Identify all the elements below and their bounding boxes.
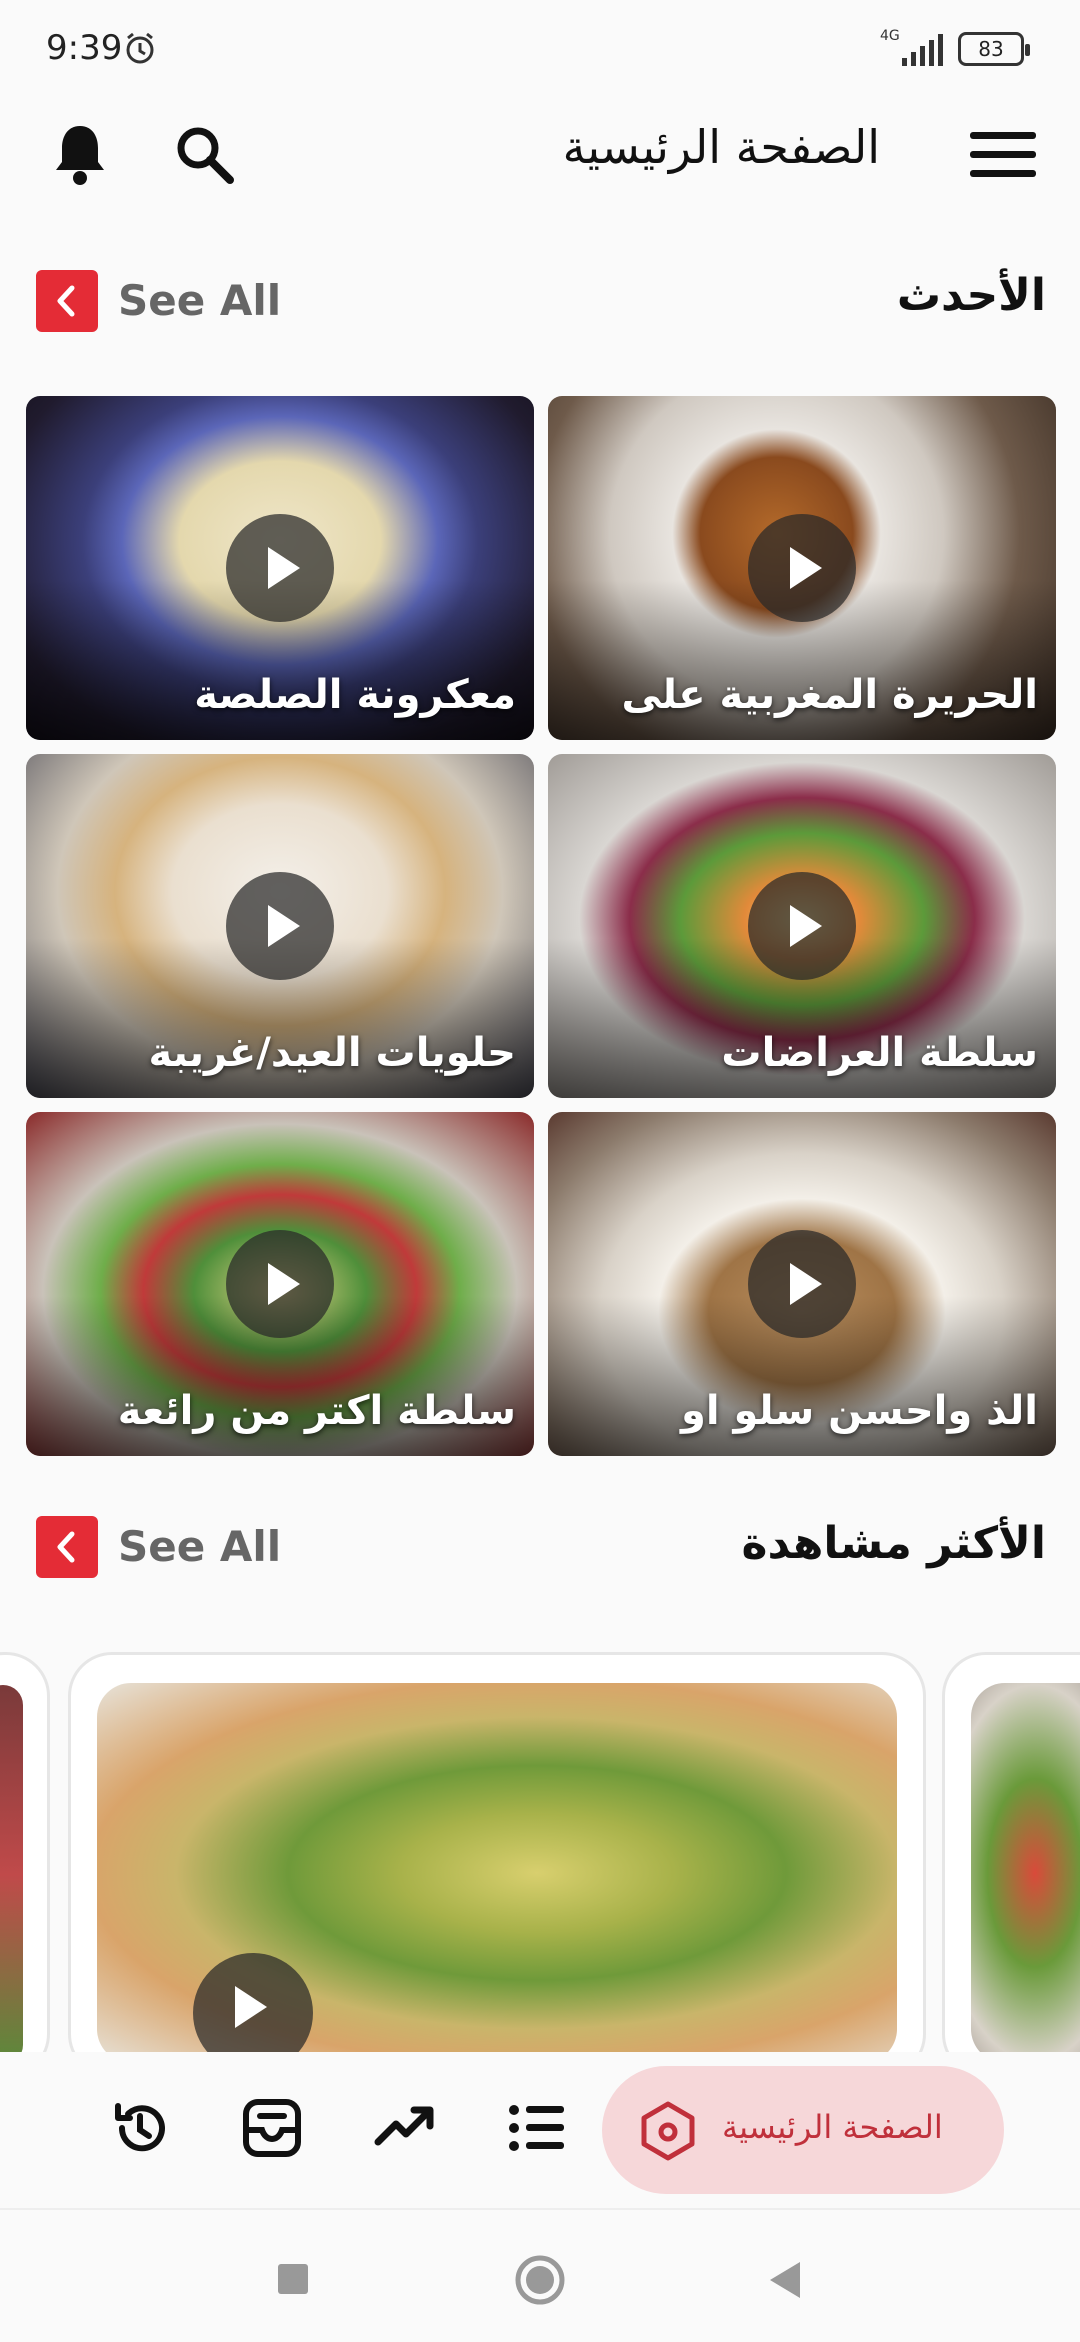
latest-see-all-button[interactable] [36,270,98,332]
recipe-thumbnail [97,1683,897,2063]
play-icon [748,1230,856,1338]
inbox-tray-icon[interactable] [240,2096,304,2160]
recipe-card-title: الذ واحسن سلو او [680,1388,1038,1434]
trending-icon[interactable] [372,2096,436,2160]
carousel-card[interactable] [68,1652,926,2078]
page-title: الصفحة الرئيسية [562,120,880,174]
status-bar: 9:39 4G 83 [0,0,1080,96]
recent-apps-icon[interactable] [276,2262,310,2296]
status-time: 9:39 [46,28,123,68]
carousel-card-partial[interactable] [942,1652,1080,2078]
recipe-card[interactable]: حلويات العيد/غريبة [26,754,534,1098]
recipe-card[interactable]: معكرونة الصلصة [26,396,534,740]
most-viewed-see-all-button[interactable] [36,1516,98,1578]
latest-see-all-label[interactable]: See All [118,276,281,325]
most-viewed-section-title: الأكثر مشاهدة [741,1518,1046,1569]
play-icon [226,872,334,980]
recipe-card-title: حلويات العيد/غريبة [148,1030,516,1076]
history-icon[interactable] [108,2096,172,2160]
recipe-card[interactable]: الحريرة المغربية على [548,396,1056,740]
list-icon[interactable] [504,2096,568,2160]
recipe-card[interactable]: سلطة العراضات [548,754,1056,1098]
recipe-thumbnail [0,1685,23,2065]
recipe-card[interactable]: سلطة اكتر من رائعة [26,1112,534,1456]
recipe-card-title: الحريرة المغربية على [621,672,1038,718]
carousel-card-partial[interactable] [0,1652,50,2078]
recipe-card[interactable]: الذ واحسن سلو او [548,1112,1056,1456]
system-navigation-bar [0,2208,1080,2342]
notifications-bell-icon[interactable] [52,122,108,186]
back-button-icon[interactable] [766,2260,804,2300]
chevron-left-icon [57,285,75,317]
recipe-card-title: سلطة العراضات [721,1030,1038,1076]
menu-hamburger-icon[interactable] [970,130,1036,180]
play-icon [193,1953,313,2063]
nav-home-label: الصفحة الرئيسية [722,2108,943,2146]
latest-section-title: الأحدث [896,270,1046,321]
play-icon [226,514,334,622]
home-button-icon[interactable] [514,2254,566,2306]
chevron-left-icon [57,1531,75,1563]
most-viewed-see-all-label[interactable]: See All [118,1522,281,1571]
recipe-thumbnail [971,1683,1080,2063]
battery-indicator: 83 [958,32,1030,66]
home-icon [641,2101,695,2161]
recipe-card-title: معكرونة الصلصة [194,672,516,718]
signal-icon [902,34,943,66]
search-icon[interactable] [172,122,236,186]
play-icon [748,514,856,622]
recipe-card-title: سلطة اكتر من رائعة [117,1388,516,1434]
play-icon [226,1230,334,1338]
alarm-icon [126,32,154,64]
play-icon [748,872,856,980]
network-type: 4G [880,28,900,44]
